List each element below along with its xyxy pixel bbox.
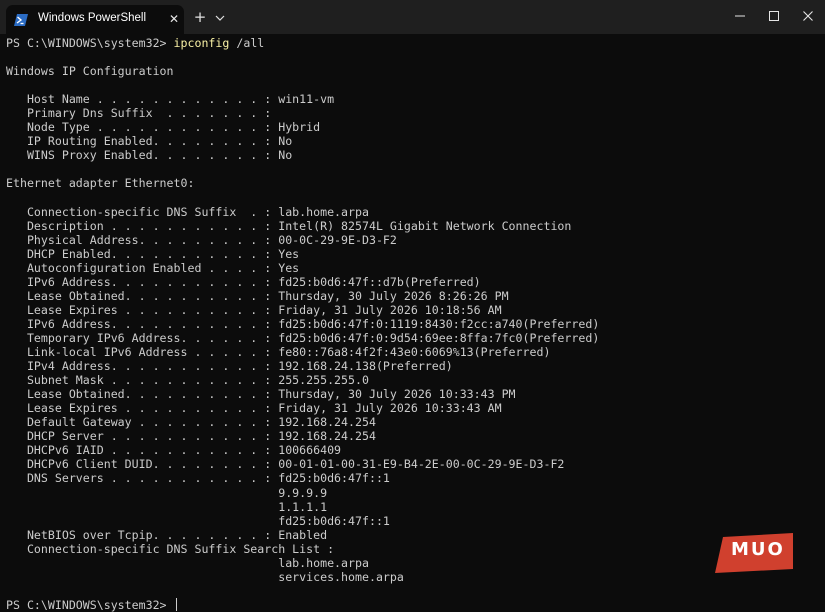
output-line: IPv6 Address. . . . . . . . . . . : fd25… [6,316,600,331]
output-line: fd25:b0d6:47f::1 [6,513,390,528]
output-line: 1.1.1.1 [6,499,328,514]
muo-watermark: MUO [715,533,793,573]
output-line: WINS Proxy Enabled. . . . . . . . : No [6,148,293,163]
output-line: Lease Expires . . . . . . . . . . : Frid… [6,401,502,416]
text-cursor [175,597,177,611]
output-line: Node Type . . . . . . . . . . . . : Hybr… [6,120,321,135]
output-line: Lease Obtained. . . . . . . . . . : Thur… [6,387,516,402]
output-line: Host Name . . . . . . . . . . . . : win1… [6,92,335,107]
output-line: DHCPv6 Client DUID. . . . . . . . : 00-0… [6,457,565,472]
watermark-text: MUO [731,539,785,560]
output-line: DHCPv6 IAID . . . . . . . . . . . : 1006… [6,443,342,458]
chevron-down-icon[interactable] [215,10,227,24]
output-line: DNS Servers . . . . . . . . . . . : fd25… [6,471,390,486]
output-line: Ethernet adapter Ethernet0: [6,176,195,191]
output-line: Primary Dns Suffix . . . . . . . : [6,106,272,121]
maximize-button[interactable] [757,0,791,32]
output-line: Connection-specific DNS Suffix . : lab.h… [6,204,369,219]
output-line: IP Routing Enabled. . . . . . . . : No [6,134,293,149]
terminal-output[interactable]: PS C:\WINDOWS\system32> ipconfig /all Wi… [6,36,822,612]
minimize-button[interactable] [723,0,757,32]
output-line: Connection-specific DNS Suffix Search Li… [6,541,335,556]
close-tab-icon[interactable]: ✕ [166,11,182,27]
powershell-icon [14,12,28,26]
output-line: DHCP Enabled. . . . . . . . . . . : Yes [6,246,300,261]
command-text: ipconfig [173,36,230,50]
prompt: PS C:\WINDOWS\system32> [6,36,174,50]
output-line: lab.home.arpa [6,555,369,570]
command-output: Windows IP Configuration Host Name . . .… [6,50,822,598]
output-line: DHCP Server . . . . . . . . . . . : 192.… [6,429,376,444]
new-tab-button[interactable]: + [192,8,208,26]
output-line: Physical Address. . . . . . . . . : 00-0… [6,232,397,247]
title-bar: Windows PowerShell ✕ + [0,0,825,34]
output-line: Lease Expires . . . . . . . . . . : Frid… [6,302,502,317]
output-line: Lease Obtained. . . . . . . . . . : Thur… [6,288,509,303]
output-line: Link-local IPv6 Address . . . . . : fe80… [6,345,551,360]
command-line: PS C:\WINDOWS\system32> ipconfig /all [6,36,822,50]
output-line: Temporary IPv6 Address. . . . . . : fd25… [6,330,600,345]
output-line: Description . . . . . . . . . . . : Inte… [6,218,572,233]
tab-title: Windows PowerShell [38,12,147,24]
output-line: Windows IP Configuration [6,64,174,79]
output-line: Autoconfiguration Enabled . . . . : Yes [6,260,300,275]
command-args: /all [229,36,265,50]
close-window-button[interactable] [791,0,825,32]
tab-windows-powershell[interactable]: Windows PowerShell ✕ [6,5,184,34]
output-line: IPv4 Address. . . . . . . . . . . : 192.… [6,359,453,374]
output-line: NetBIOS over Tcpip. . . . . . . . : Enab… [6,527,328,542]
output-line: 9.9.9.9 [6,485,328,500]
terminal-window: Windows PowerShell ✕ + PS C:\WINDOWS\sys… [0,0,825,612]
output-line: Subnet Mask . . . . . . . . . . . : 255.… [6,373,369,388]
output-line: Default Gateway . . . . . . . . . : 192.… [6,415,376,430]
output-line: services.home.arpa [6,569,404,584]
output-line: IPv6 Address. . . . . . . . . . . : fd25… [6,274,481,289]
